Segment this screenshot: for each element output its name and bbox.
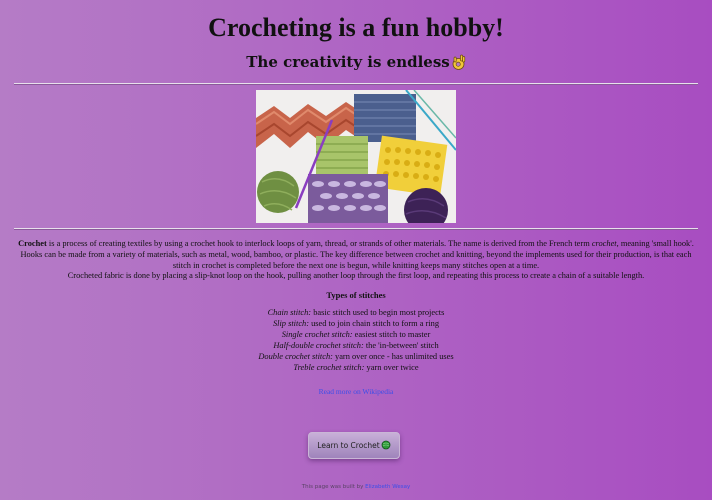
stitch-name: Double crochet stitch: bbox=[258, 351, 333, 361]
intro-term: Crochet bbox=[18, 239, 47, 248]
hero-image bbox=[256, 90, 456, 223]
page-title: Crocheting is a fun hobby! bbox=[208, 13, 504, 42]
page-subtitle: The creativity is endless bbox=[0, 52, 712, 76]
learn-to-crochet-button[interactable]: Learn to Crochet bbox=[308, 432, 400, 459]
stitch-name: Chain stitch: bbox=[267, 308, 312, 318]
list-item: Treble crochet stitch: yarn over twice bbox=[0, 363, 712, 374]
stitch-name: Treble crochet stitch: bbox=[293, 362, 365, 372]
stitch-desc: yarn over once - has unlimited uses bbox=[332, 351, 454, 361]
stitch-desc: yarn over twice bbox=[364, 362, 419, 372]
list-item: Slip stitch: used to join chain stitch t… bbox=[0, 319, 712, 330]
stitch-name: Slip stitch: bbox=[272, 319, 310, 329]
stitch-desc: basic stitch used to begin most projects bbox=[311, 308, 445, 318]
subtitle-text: The creativity is endless bbox=[246, 53, 450, 71]
list-item: Double crochet stitch: yarn over once - … bbox=[0, 352, 712, 363]
list-item: Single crochet stitch: easiest stitch to… bbox=[0, 330, 712, 341]
list-item: Chain stitch: basic stitch used to begin… bbox=[0, 308, 712, 319]
footer-prefix: This page was built by bbox=[301, 484, 366, 490]
stitch-desc: the 'in-between' stitch bbox=[363, 340, 439, 350]
stitch-name: Half-double crochet stitch: bbox=[273, 340, 364, 350]
divider-top bbox=[14, 83, 698, 85]
divider-middle bbox=[14, 228, 698, 230]
intro-paragraph: Crochet is a process of creating textile… bbox=[14, 239, 698, 282]
wikipedia-link[interactable]: Read more on Wikipedia bbox=[319, 387, 394, 396]
intro-text-part1: is a process of creating textiles by usi… bbox=[46, 239, 592, 248]
stitch-name: Single crochet stitch: bbox=[281, 330, 353, 339]
stitches-title: Types of stitches bbox=[326, 290, 386, 301]
stitch-desc: easiest stitch to master bbox=[352, 330, 431, 339]
list-item: Half-double crochet stitch: the 'in-betw… bbox=[0, 341, 712, 352]
intro-text-italic: crochet bbox=[591, 239, 617, 248]
learn-button-label: Learn to Crochet bbox=[317, 441, 380, 450]
ok-hand-emoji-icon bbox=[451, 54, 466, 76]
yarn-ball-icon bbox=[381, 440, 391, 452]
footer: This page was built by Elizabeth Wesay bbox=[0, 484, 712, 490]
stitch-list: Chain stitch: basic stitch used to begin… bbox=[0, 308, 712, 373]
author-link[interactable]: Elizabeth Wesay bbox=[365, 484, 410, 490]
intro-text-part3: Crocheted fabric is done by placing a sl… bbox=[67, 271, 645, 281]
stitch-desc: used to join chain stitch to form a ring bbox=[309, 319, 440, 329]
